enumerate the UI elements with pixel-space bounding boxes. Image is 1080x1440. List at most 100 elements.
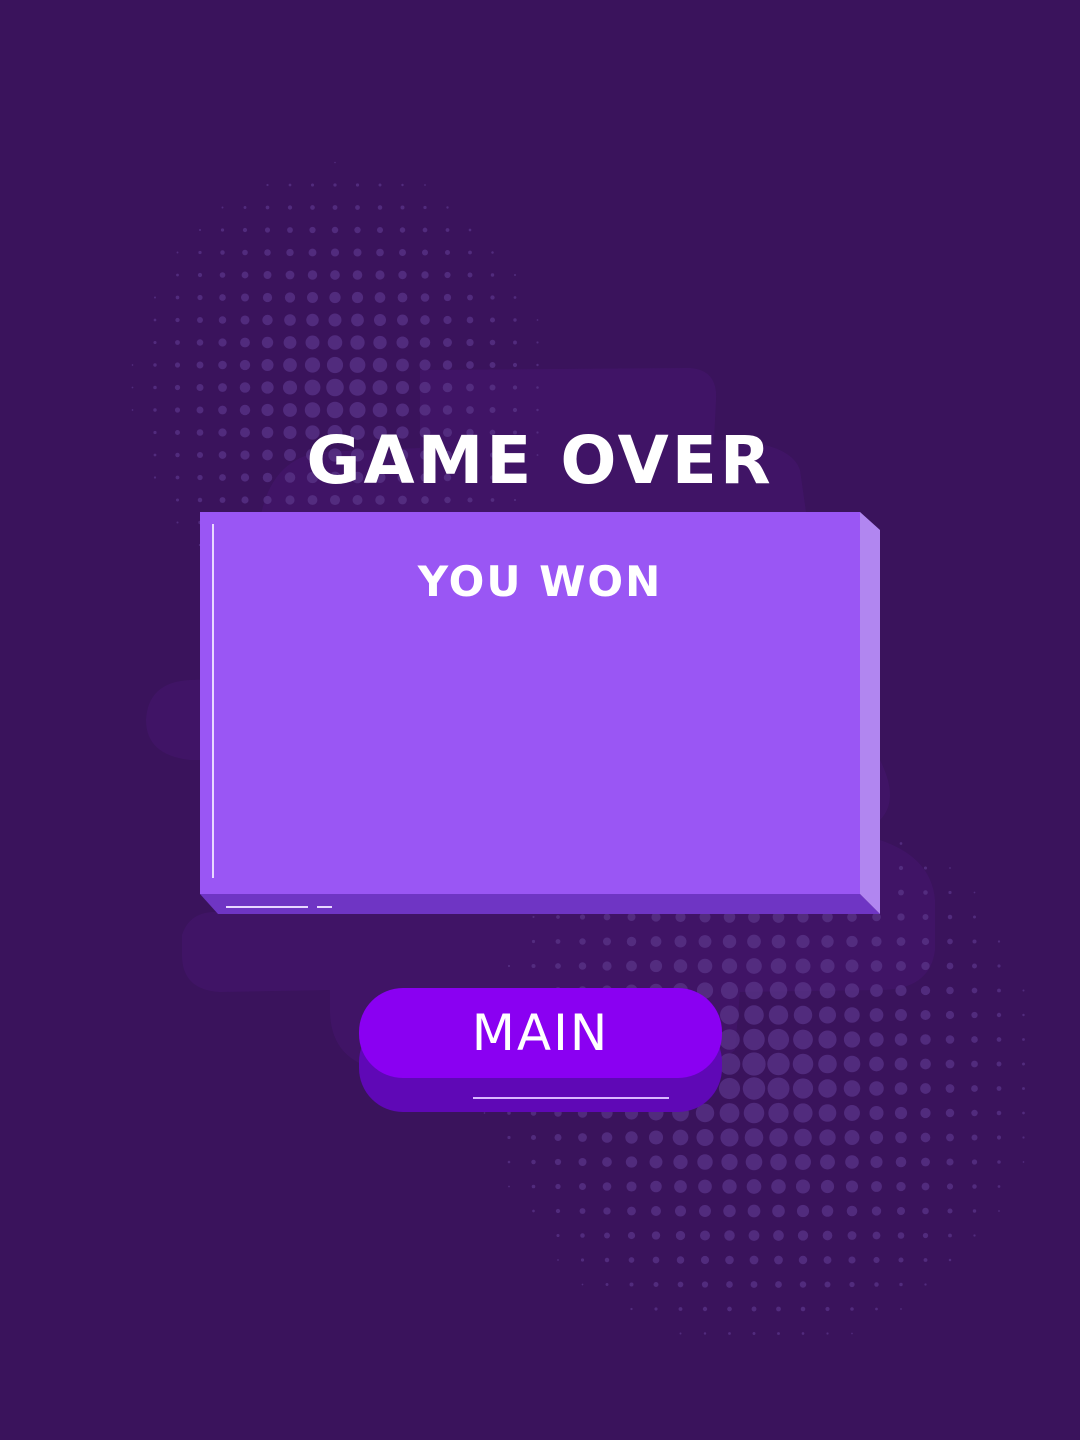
- dot: [675, 1230, 686, 1241]
- dot: [603, 913, 611, 921]
- dot: [466, 338, 474, 347]
- dot: [973, 1234, 976, 1237]
- dot: [1022, 1161, 1025, 1163]
- main-button[interactable]: MAIN: [359, 988, 722, 1112]
- dot: [898, 889, 904, 896]
- dot: [843, 1055, 861, 1073]
- dot: [283, 403, 297, 417]
- dot: [673, 1154, 688, 1170]
- dot: [873, 1256, 880, 1264]
- dot: [466, 406, 474, 414]
- dot: [899, 842, 903, 845]
- dot: [556, 915, 560, 919]
- dot: [697, 958, 713, 974]
- dot: [701, 1281, 709, 1288]
- dot: [218, 383, 227, 392]
- dot: [131, 409, 134, 411]
- dot: [971, 987, 978, 994]
- dot: [795, 1154, 811, 1170]
- dot: [309, 226, 316, 234]
- dot: [824, 1281, 831, 1288]
- dot: [679, 1332, 682, 1335]
- game-over-title: GAME OVER: [306, 422, 774, 499]
- dot: [196, 383, 204, 392]
- dot: [513, 318, 517, 322]
- dot: [971, 1134, 978, 1141]
- dot: [602, 961, 612, 971]
- dot: [349, 401, 366, 419]
- dot: [372, 402, 388, 418]
- dot: [776, 1306, 781, 1312]
- dot: [1022, 989, 1025, 992]
- panel-bottom-edge: [200, 894, 880, 914]
- dot: [536, 386, 539, 389]
- dot: [423, 205, 427, 210]
- dot: [793, 1005, 813, 1025]
- dot: [773, 1230, 784, 1241]
- dot: [420, 315, 430, 325]
- dot: [283, 358, 297, 372]
- dot: [821, 1205, 834, 1217]
- dot: [377, 205, 383, 210]
- dot: [948, 1258, 952, 1262]
- dot: [818, 1030, 837, 1049]
- dot: [997, 1185, 1001, 1188]
- dot: [601, 1132, 613, 1143]
- dot: [627, 1231, 636, 1240]
- dot: [424, 184, 426, 186]
- dot: [239, 382, 251, 393]
- dot: [240, 293, 250, 302]
- dot: [946, 986, 954, 995]
- dot: [375, 270, 385, 280]
- dot: [677, 1281, 684, 1288]
- dot: [899, 1282, 903, 1287]
- dot: [531, 1159, 536, 1165]
- dot: [799, 1281, 807, 1288]
- dot: [288, 183, 292, 187]
- dot: [513, 340, 517, 345]
- dot: [350, 335, 365, 350]
- dot: [795, 1179, 811, 1194]
- dot: [602, 1182, 612, 1191]
- dot: [697, 1154, 713, 1170]
- dot: [306, 313, 319, 327]
- dot: [650, 1180, 662, 1193]
- dot: [945, 1059, 955, 1069]
- dot: [531, 939, 536, 944]
- dot: [894, 1033, 908, 1046]
- dot: [218, 360, 227, 370]
- dot: [846, 1205, 858, 1217]
- dot: [579, 938, 586, 945]
- dot: [581, 1283, 584, 1286]
- dot: [349, 379, 366, 396]
- dot: [555, 963, 561, 969]
- dot: [696, 1128, 714, 1147]
- dot: [920, 1034, 931, 1045]
- dot: [580, 1258, 585, 1262]
- dot: [355, 183, 360, 187]
- dot: [1022, 1111, 1025, 1115]
- dot: [921, 1157, 930, 1167]
- dot: [198, 228, 202, 232]
- dot: [372, 380, 388, 395]
- dot: [420, 293, 430, 302]
- dot: [920, 1058, 931, 1070]
- dot: [396, 336, 409, 349]
- dot: [820, 1179, 835, 1194]
- dot: [263, 271, 272, 279]
- dot: [604, 1232, 610, 1239]
- dot: [769, 1128, 788, 1147]
- result-text: YOU WON: [417, 557, 663, 606]
- dot: [920, 1132, 931, 1143]
- dot: [698, 935, 712, 948]
- dot: [262, 292, 273, 303]
- dot: [241, 496, 249, 504]
- dot: [777, 1332, 780, 1335]
- dot: [536, 408, 539, 412]
- dot: [513, 498, 517, 502]
- dot: [334, 161, 336, 164]
- dot: [351, 291, 364, 304]
- dot: [818, 1006, 837, 1024]
- dot: [948, 1233, 952, 1238]
- dot: [197, 497, 203, 503]
